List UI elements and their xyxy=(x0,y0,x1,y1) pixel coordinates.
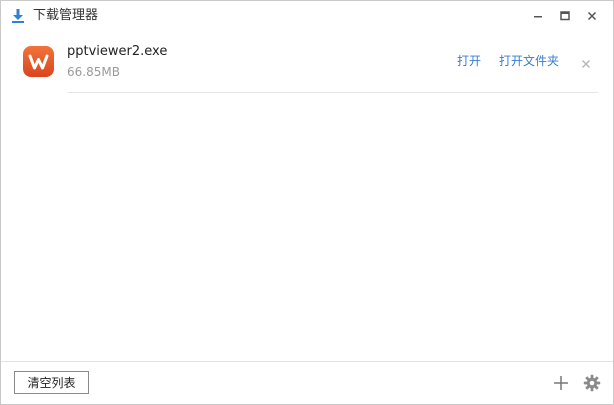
open-folder-link[interactable]: 打开文件夹 xyxy=(499,53,559,69)
title-bar: 下载管理器 xyxy=(1,1,613,31)
minimize-button[interactable] xyxy=(527,6,549,26)
open-file-link[interactable]: 打开 xyxy=(457,53,481,69)
plus-icon[interactable] xyxy=(552,374,570,392)
footer-bar: 清空列表 xyxy=(1,361,613,404)
close-icon xyxy=(586,7,598,26)
maximize-button[interactable] xyxy=(554,6,576,26)
file-name: pptviewer2.exe xyxy=(67,44,168,59)
download-manager-window: 下载管理器 pptviewer2.exe 66.85MB 打开 打开文件夹 清空… xyxy=(0,0,614,405)
window-title: 下载管理器 xyxy=(33,8,99,23)
close-window-button[interactable] xyxy=(581,6,603,26)
footer-divider xyxy=(1,361,613,362)
download-arrow-icon xyxy=(10,8,26,24)
remove-item-icon[interactable] xyxy=(580,55,592,68)
clear-list-button[interactable]: 清空列表 xyxy=(14,371,89,394)
file-size: 66.85MB xyxy=(67,65,120,79)
minimize-icon xyxy=(532,7,544,26)
maximize-icon xyxy=(559,7,571,26)
wps-logo-icon xyxy=(22,45,55,78)
download-list-item: pptviewer2.exe 66.85MB 打开 打开文件夹 xyxy=(1,31,613,93)
gear-icon[interactable] xyxy=(583,374,601,392)
item-divider xyxy=(67,92,598,93)
